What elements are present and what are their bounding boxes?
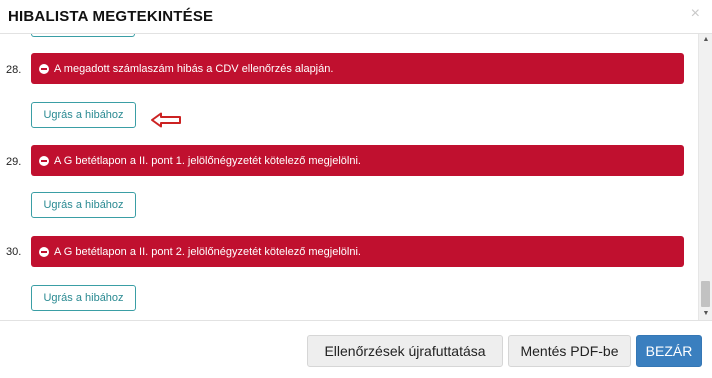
error-number: 28. [6,64,22,76]
modal-footer: Ellenőrzések újrafuttatása Mentés PDF-be… [0,320,712,378]
modal-header: HIBALISTA MEGTEKINTÉSE × [0,0,712,34]
error-message: A megadott számlaszám hibás a CDV ellenő… [54,62,334,75]
error-message: A G betétlapon a II. pont 1. jelölőnégyz… [54,154,361,167]
minus-circle-icon [39,246,49,257]
rerun-checks-button[interactable]: Ellenőrzések újrafuttatása [307,335,503,367]
minus-circle-icon [39,155,49,166]
modal-body: 28. A megadott számlaszám hibás a CDV el… [0,34,712,320]
error-message: A G betétlapon a II. pont 2. jelölőnégyz… [54,245,361,258]
error-number: 29. [6,156,22,168]
error-list-modal: HIBALISTA MEGTEKINTÉSE × 28. A megadott … [0,0,712,378]
scrollbar-thumb[interactable] [701,281,710,307]
jump-button-partial[interactable] [31,34,135,37]
jump-to-error-button[interactable]: Ugrás a hibához [31,285,136,311]
error-message-bar: A G betétlapon a II. pont 2. jelölőnégyz… [31,236,684,267]
minus-circle-icon [39,63,49,74]
left-arrow-icon [151,112,181,128]
jump-to-error-button[interactable]: Ugrás a hibához [31,102,136,128]
error-message-bar: A G betétlapon a II. pont 1. jelölőnégyz… [31,145,684,176]
error-number: 30. [6,246,22,258]
scroll-down-arrow-icon[interactable]: ▼ [699,308,712,320]
jump-to-error-button[interactable]: Ugrás a hibához [31,192,136,218]
scroll-up-arrow-icon[interactable]: ▲ [699,34,712,46]
save-pdf-button[interactable]: Mentés PDF-be [508,335,631,367]
close-button[interactable]: BEZÁR [636,335,702,367]
error-message-bar: A megadott számlaszám hibás a CDV ellenő… [31,53,684,84]
modal-title: HIBALISTA MEGTEKINTÉSE [8,8,214,25]
vertical-scrollbar[interactable]: ▲ ▼ [698,34,712,320]
close-icon[interactable]: × [691,6,700,22]
